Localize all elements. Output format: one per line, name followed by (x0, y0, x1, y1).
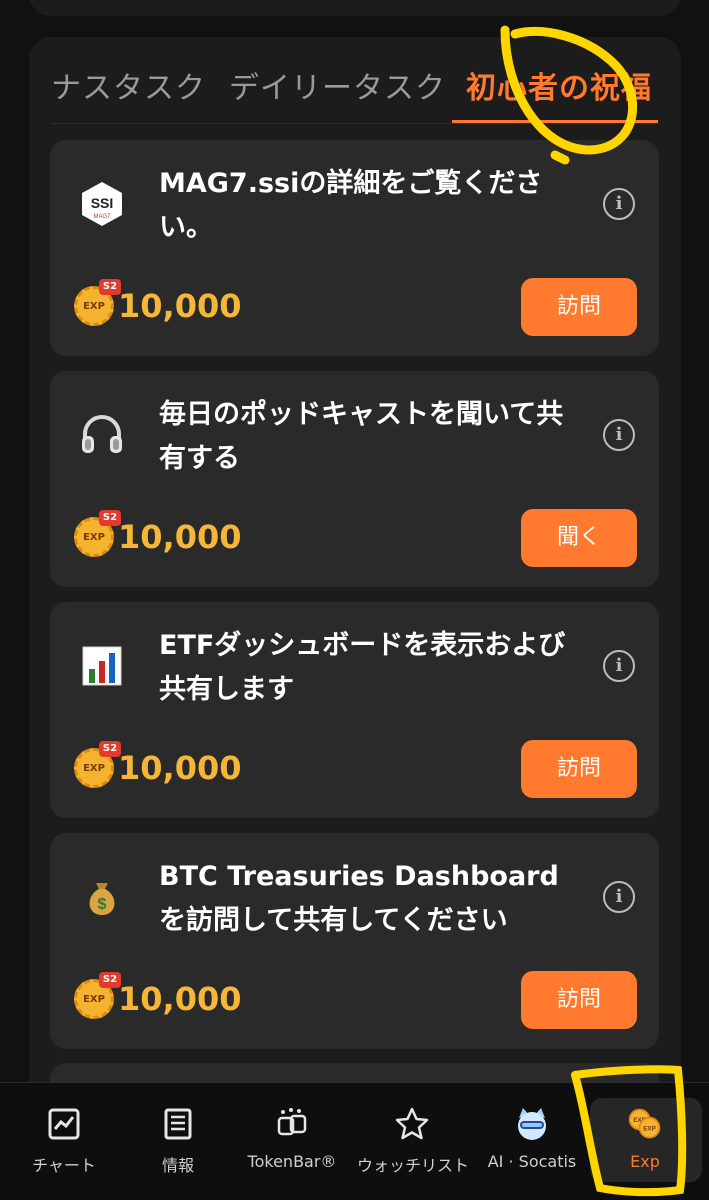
info-icon[interactable]: i (603, 188, 635, 220)
svg-text:EXP: EXP (643, 1125, 656, 1132)
task-title: MAG7.ssiの詳細をご覧ください。 (159, 168, 543, 243)
star-icon (394, 1106, 430, 1142)
task-title: BTC Treasuries Dashboardを訪問して共有してください (159, 861, 559, 936)
tab-daily-tasks[interactable]: デイリータスク (229, 63, 446, 107)
reward: EXP S2 10,000 (74, 279, 242, 328)
reward-amount: 10,000 (118, 518, 242, 556)
nav-chart[interactable]: チャート (9, 1106, 119, 1176)
info-icon[interactable]: i (603, 881, 635, 913)
reward: EXP S2 10,000 (74, 510, 242, 559)
exp-badge-icon: EXP S2 (74, 972, 121, 1019)
tab-beginner-blessing[interactable]: 初心者の祝福 (466, 63, 652, 107)
task-card-podcast: 毎日のポッドキャストを聞いて共有する i EXP S2 10,000 聞く (50, 371, 659, 587)
exp-coins-icon: EXP EXP (627, 1106, 663, 1142)
previous-card (29, 0, 681, 16)
reward: EXP S2 10,000 (74, 741, 242, 790)
task-card-etf: ETFダッシュボードを表示および共有します i EXP S2 10,000 訪問 (50, 602, 659, 818)
listen-button[interactable]: 聞く (521, 509, 637, 567)
nav-exp[interactable]: EXP EXP Exp (590, 1106, 700, 1171)
money-bag-icon: $ (78, 873, 126, 921)
nav-label: Exp (630, 1152, 660, 1171)
exp-badge-icon: EXP S2 (74, 510, 121, 557)
bar-chart-icon (78, 642, 126, 690)
task-card-btc-treasuries: $ BTC Treasuries Dashboardを訪問して共有してください … (50, 833, 659, 1049)
mag7-ssi-logo-icon: SSI MAG7 (78, 180, 126, 228)
svg-text:$: $ (98, 896, 107, 913)
tab-divider (51, 123, 658, 124)
nav-news[interactable]: 情報 (123, 1106, 233, 1176)
reward-amount: 10,000 (118, 287, 242, 325)
season-tag: S2 (99, 510, 121, 526)
visit-button[interactable]: 訪問 (521, 278, 637, 336)
ssi-logo-text: SSI (91, 195, 114, 211)
task-title: ETFダッシュボードを表示および共有します (159, 630, 566, 705)
season-tag: S2 (99, 741, 121, 757)
visit-button[interactable]: 訪問 (521, 740, 637, 798)
task-card-mag7: SSI MAG7 MAG7.ssiの詳細をご覧ください。 i EXP S2 10… (50, 140, 659, 356)
chart-icon (46, 1106, 82, 1142)
exp-badge-icon: EXP S2 (74, 741, 121, 788)
info-icon[interactable]: i (603, 419, 635, 451)
task-title: 毎日のポッドキャストを聞いて共有する (159, 399, 564, 474)
reward-amount: 10,000 (118, 980, 242, 1018)
ai-cat-icon (514, 1106, 550, 1142)
nav-label: チャート (32, 1156, 96, 1175)
tab-bar: ナスタスク デイリータスク 初心者の祝福 (29, 37, 681, 125)
news-icon (160, 1106, 196, 1142)
page: ナスタスク デイリータスク 初心者の祝福 SSI MAG7 MAG7.ssiの詳… (0, 0, 709, 1200)
info-icon[interactable]: i (603, 650, 635, 682)
nav-watchlist[interactable]: ウォッチリスト (357, 1106, 470, 1176)
active-tab-indicator (452, 120, 658, 123)
nav-ai-socatis[interactable]: AI · Socatis (477, 1106, 587, 1171)
headphones-icon (78, 411, 126, 459)
season-tag: S2 (99, 972, 121, 988)
nav-label: ウォッチリスト (357, 1156, 470, 1175)
season-tag: S2 (99, 279, 121, 295)
nav-label: AI · Socatis (487, 1152, 577, 1171)
ssi-logo-sub: MAG7 (93, 214, 111, 220)
nav-tokenbar[interactable]: TokenBar® (237, 1106, 347, 1171)
visit-button[interactable]: 訪問 (521, 971, 637, 1029)
nav-label: 情報 (161, 1156, 194, 1175)
nav-label: TokenBar® (247, 1152, 337, 1171)
tab-bonus-tasks[interactable]: ナスタスク (51, 63, 206, 107)
tokenbar-icon (274, 1106, 310, 1142)
reward-amount: 10,000 (118, 749, 242, 787)
reward: EXP S2 10,000 (74, 972, 242, 1021)
exp-badge-icon: EXP S2 (74, 279, 121, 326)
